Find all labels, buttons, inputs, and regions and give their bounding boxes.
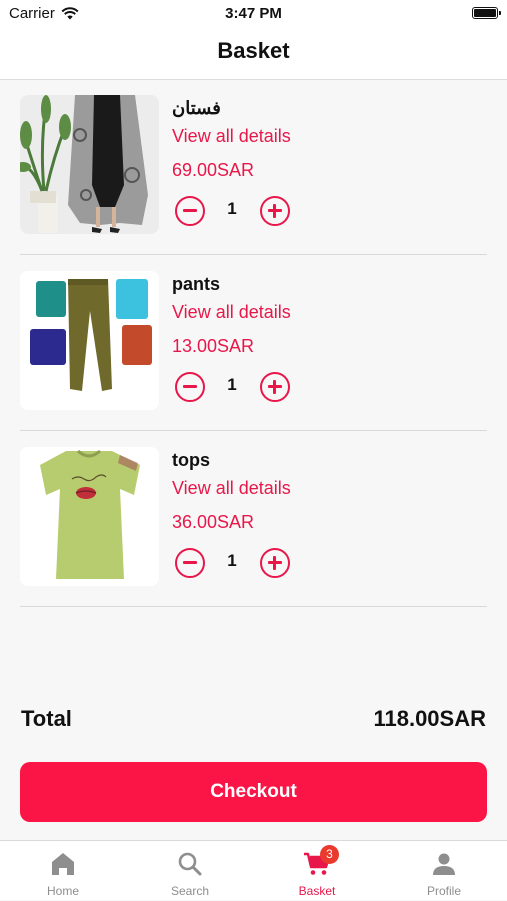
home-icon — [52, 853, 74, 875]
basket-item: tops View all details 36.00SAR 1 — [20, 431, 487, 607]
nav-header: Basket — [0, 28, 507, 80]
decrease-quantity-button[interactable] — [175, 196, 205, 226]
item-quantity: 1 — [227, 199, 237, 218]
tab-bar: Home Search 3 Basket Profile — [0, 840, 507, 900]
item-price: 13.00SAR — [172, 336, 255, 356]
tab-home-label: Home — [46, 884, 79, 898]
tab-basket[interactable]: 3 Basket — [254, 841, 380, 901]
status-time: 3:47 PM — [225, 5, 282, 22]
tab-search-label: Search — [170, 884, 210, 898]
tab-basket-label: Basket — [298, 884, 336, 898]
item-price: 69.00SAR — [172, 160, 255, 180]
search-icon — [178, 852, 202, 876]
increase-quantity-button[interactable] — [260, 548, 290, 578]
increase-quantity-button[interactable] — [260, 196, 290, 226]
battery-icon — [472, 7, 501, 19]
item-name: pants — [172, 274, 221, 294]
item-quantity: 1 — [227, 375, 237, 394]
tab-profile-label: Profile — [426, 884, 461, 898]
product-image-top[interactable] — [20, 447, 159, 586]
item-name: tops — [172, 450, 210, 470]
tab-profile[interactable]: Profile — [381, 841, 507, 901]
item-name: فستان — [172, 98, 221, 118]
view-details-link[interactable]: View all details — [172, 302, 291, 323]
view-details-link[interactable]: View all details — [172, 126, 291, 147]
basket-item: pants View all details 13.00SAR 1 — [20, 255, 487, 431]
product-image-dress[interactable] — [20, 95, 159, 234]
basket-item: فستان View all details 69.00SAR 1 — [20, 79, 487, 255]
total-value: 118.00SAR — [373, 706, 486, 731]
increase-quantity-button[interactable] — [260, 372, 290, 402]
person-icon — [433, 853, 455, 875]
tab-home[interactable]: Home — [0, 841, 126, 901]
product-image-pants[interactable] — [20, 271, 159, 410]
page-title: Basket — [217, 38, 290, 63]
total-label: Total — [21, 706, 72, 731]
item-quantity: 1 — [227, 551, 237, 570]
decrease-quantity-button[interactable] — [175, 548, 205, 578]
view-details-link[interactable]: View all details — [172, 478, 291, 499]
item-price: 36.00SAR — [172, 512, 255, 532]
decrease-quantity-button[interactable] — [175, 372, 205, 402]
cart-count-badge: 3 — [320, 845, 339, 864]
checkout-button[interactable]: Checkout — [20, 762, 487, 822]
tab-search[interactable]: Search — [127, 841, 253, 901]
status-bar: Carrier 3:47 PM — [0, 0, 507, 28]
